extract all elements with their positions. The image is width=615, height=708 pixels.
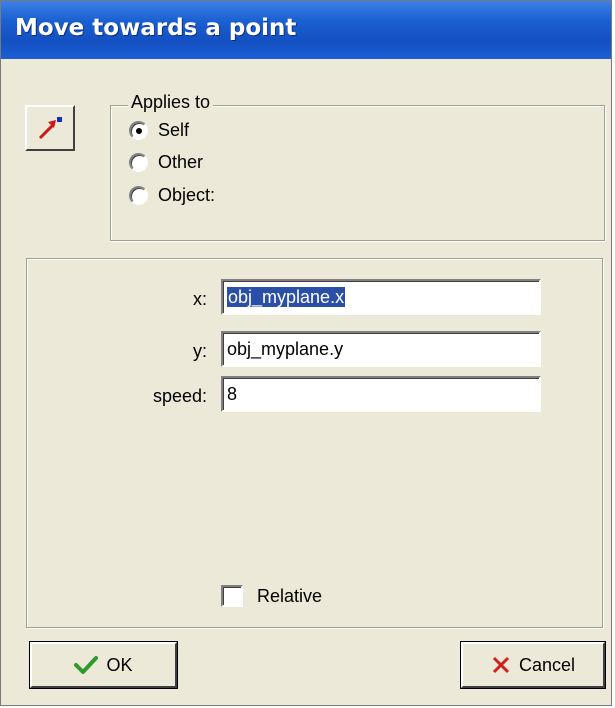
dialog-window: Move towards a point Applies to Self Oth…	[0, 0, 612, 706]
x-icon	[491, 655, 511, 675]
radio-self-row[interactable]: Self	[129, 120, 189, 141]
radio-object[interactable]	[129, 186, 148, 205]
x-label: x:	[192, 289, 207, 309]
cancel-label: Cancel	[518, 654, 576, 675]
speed-input-value: 8	[227, 384, 238, 404]
radio-self-label: Self	[158, 120, 190, 140]
relative-label: Relative	[257, 585, 323, 606]
move-towards-arrow-icon	[38, 117, 62, 140]
y-label: y:	[192, 341, 207, 361]
ok-label: OK	[106, 654, 133, 675]
relative-checkbox[interactable]	[221, 585, 243, 607]
applies-to-legend: Applies to	[128, 92, 214, 113]
check-icon	[74, 655, 99, 675]
y-input-value: obj_myplane.y	[227, 339, 344, 359]
relative-checkbox-row[interactable]: Relative	[221, 585, 322, 607]
radio-other[interactable]	[129, 153, 148, 172]
radio-other-label: Other	[158, 152, 204, 172]
speed-label: speed:	[152, 386, 207, 406]
radio-other-row[interactable]: Other	[129, 152, 203, 173]
applies-to-group: Applies to Self Other Object:	[110, 92, 605, 241]
window-title: Move towards a point	[15, 15, 297, 41]
speed-input[interactable]: 8	[221, 376, 541, 412]
y-input[interactable]: obj_myplane.y	[221, 331, 541, 367]
radio-self[interactable]	[129, 121, 148, 140]
ok-button[interactable]: OK	[30, 642, 177, 688]
radio-object-row[interactable]: Object:	[129, 185, 215, 206]
x-input[interactable]: obj_myplane.x	[221, 279, 541, 315]
x-input-value: obj_myplane.x	[227, 287, 346, 307]
action-icon-button	[25, 105, 75, 151]
cancel-button[interactable]: Cancel	[461, 642, 605, 688]
title-bar[interactable]: Move towards a point	[1, 1, 611, 59]
parameters-panel: x: obj_myplane.x y: obj_myplane.y speed:…	[26, 258, 603, 628]
radio-object-label: Object:	[158, 185, 216, 205]
